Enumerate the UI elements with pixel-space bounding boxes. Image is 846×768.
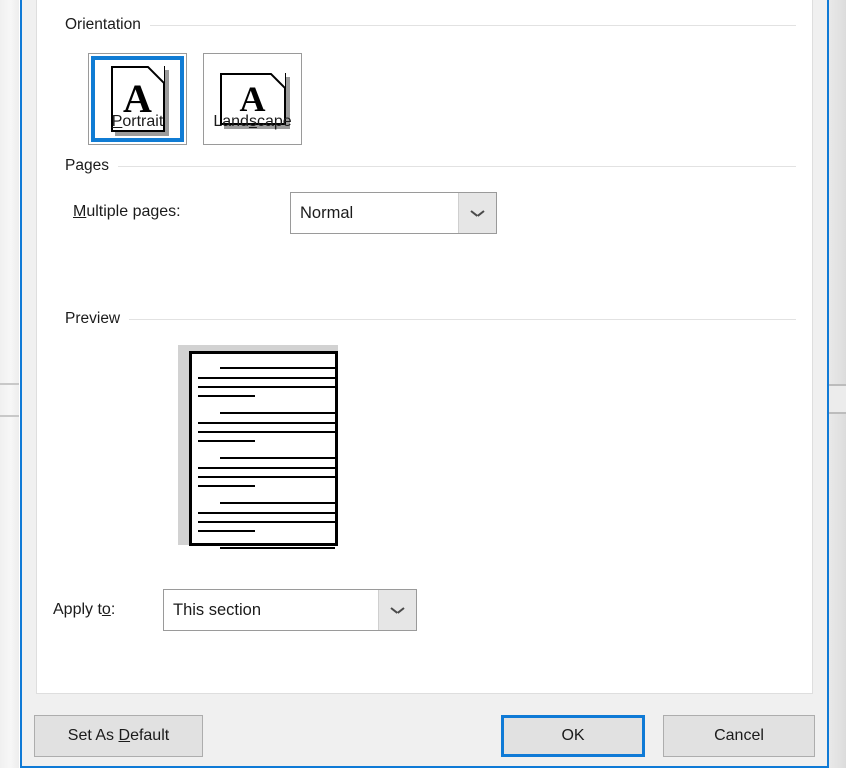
preview-text-line [198, 512, 335, 514]
preview-group-label: Preview [65, 310, 121, 327]
preview-text-line [198, 395, 255, 397]
preview-text-line [220, 547, 335, 549]
preview-group-header: Preview [65, 310, 796, 328]
chevron-down-icon [391, 607, 404, 614]
preview-text-line [220, 502, 335, 504]
dialog-content-panel: Orientation A Portrait A Landscape Pages… [36, 0, 813, 694]
apply-to-dropdown-button[interactable] [378, 590, 416, 630]
accel-char: D [118, 727, 131, 744]
button-label: Cancel [714, 727, 764, 744]
button-label: OK [561, 727, 585, 744]
preview-text-line [198, 440, 255, 442]
orientation-option-landscape[interactable]: A [203, 53, 302, 145]
apply-to-value: This section [164, 590, 378, 630]
left-vertical-scrollbar[interactable] [0, 0, 19, 768]
group-separator-rule [129, 318, 796, 320]
page-preview [178, 345, 349, 555]
document-gap [829, 385, 846, 413]
cancel-button[interactable]: Cancel [663, 715, 815, 757]
accel-char: M [73, 203, 87, 220]
preview-text-lines [192, 354, 335, 549]
label-rest: : [110, 601, 116, 618]
multiple-pages-dropdown-button[interactable] [458, 193, 496, 233]
label-rest: efault [130, 727, 170, 744]
preview-text-line [198, 386, 335, 388]
dialog-body: Orientation A Portrait A Landscape Pages… [22, 0, 827, 766]
orientation-group-header: Orientation [65, 16, 796, 34]
label-head: Set As [67, 727, 119, 744]
preview-page-sheet [189, 351, 338, 549]
label-rest: ultiple pages: [86, 203, 181, 220]
preview-text-line [198, 521, 335, 523]
pages-group-header: Pages [65, 157, 796, 175]
preview-text-line [220, 457, 335, 459]
scrollbar-divider [0, 415, 19, 417]
scrollbar-divider [0, 383, 19, 385]
multiple-pages-value: Normal [291, 193, 458, 233]
label-head: Apply t [53, 601, 102, 618]
preview-text-line [198, 530, 255, 532]
orientation-option-portrait[interactable]: A [88, 53, 187, 145]
page-setup-dialog: Orientation A Portrait A Landscape Pages… [20, 0, 829, 768]
orientation-label-landscape: Landscape [173, 113, 332, 131]
document-page-break [829, 412, 846, 414]
label-head: Land [213, 113, 249, 130]
pages-group-label: Pages [65, 157, 109, 174]
preview-text-line [198, 467, 335, 469]
button-label: Set As Default [68, 727, 169, 745]
apply-to-label: Apply to: [53, 601, 115, 619]
multiple-pages-label: Multiple pages: [73, 203, 181, 221]
label-rest: cape [256, 113, 292, 130]
accel-char: o [101, 601, 111, 618]
group-separator-rule [117, 165, 796, 167]
preview-text-line [198, 377, 335, 379]
preview-text-line [198, 422, 335, 424]
preview-text-line [198, 476, 335, 478]
right-document-area [829, 0, 846, 768]
accel-char: s [248, 113, 257, 130]
preview-text-line [198, 485, 255, 487]
document-page-break [829, 384, 846, 386]
apply-to-dropdown[interactable]: This section [163, 589, 417, 631]
label-rest: ortrait [122, 113, 164, 130]
chevron-down-icon [471, 210, 484, 217]
group-separator-rule [149, 24, 796, 26]
orientation-group-label: Orientation [65, 16, 141, 33]
preview-text-line [198, 431, 335, 433]
preview-text-line [220, 367, 335, 369]
accel-char: P [111, 113, 123, 130]
multiple-pages-dropdown[interactable]: Normal [290, 192, 497, 234]
ok-button[interactable]: OK [501, 715, 645, 757]
set-as-default-button[interactable]: Set As Default [34, 715, 203, 757]
preview-text-line [220, 412, 335, 414]
